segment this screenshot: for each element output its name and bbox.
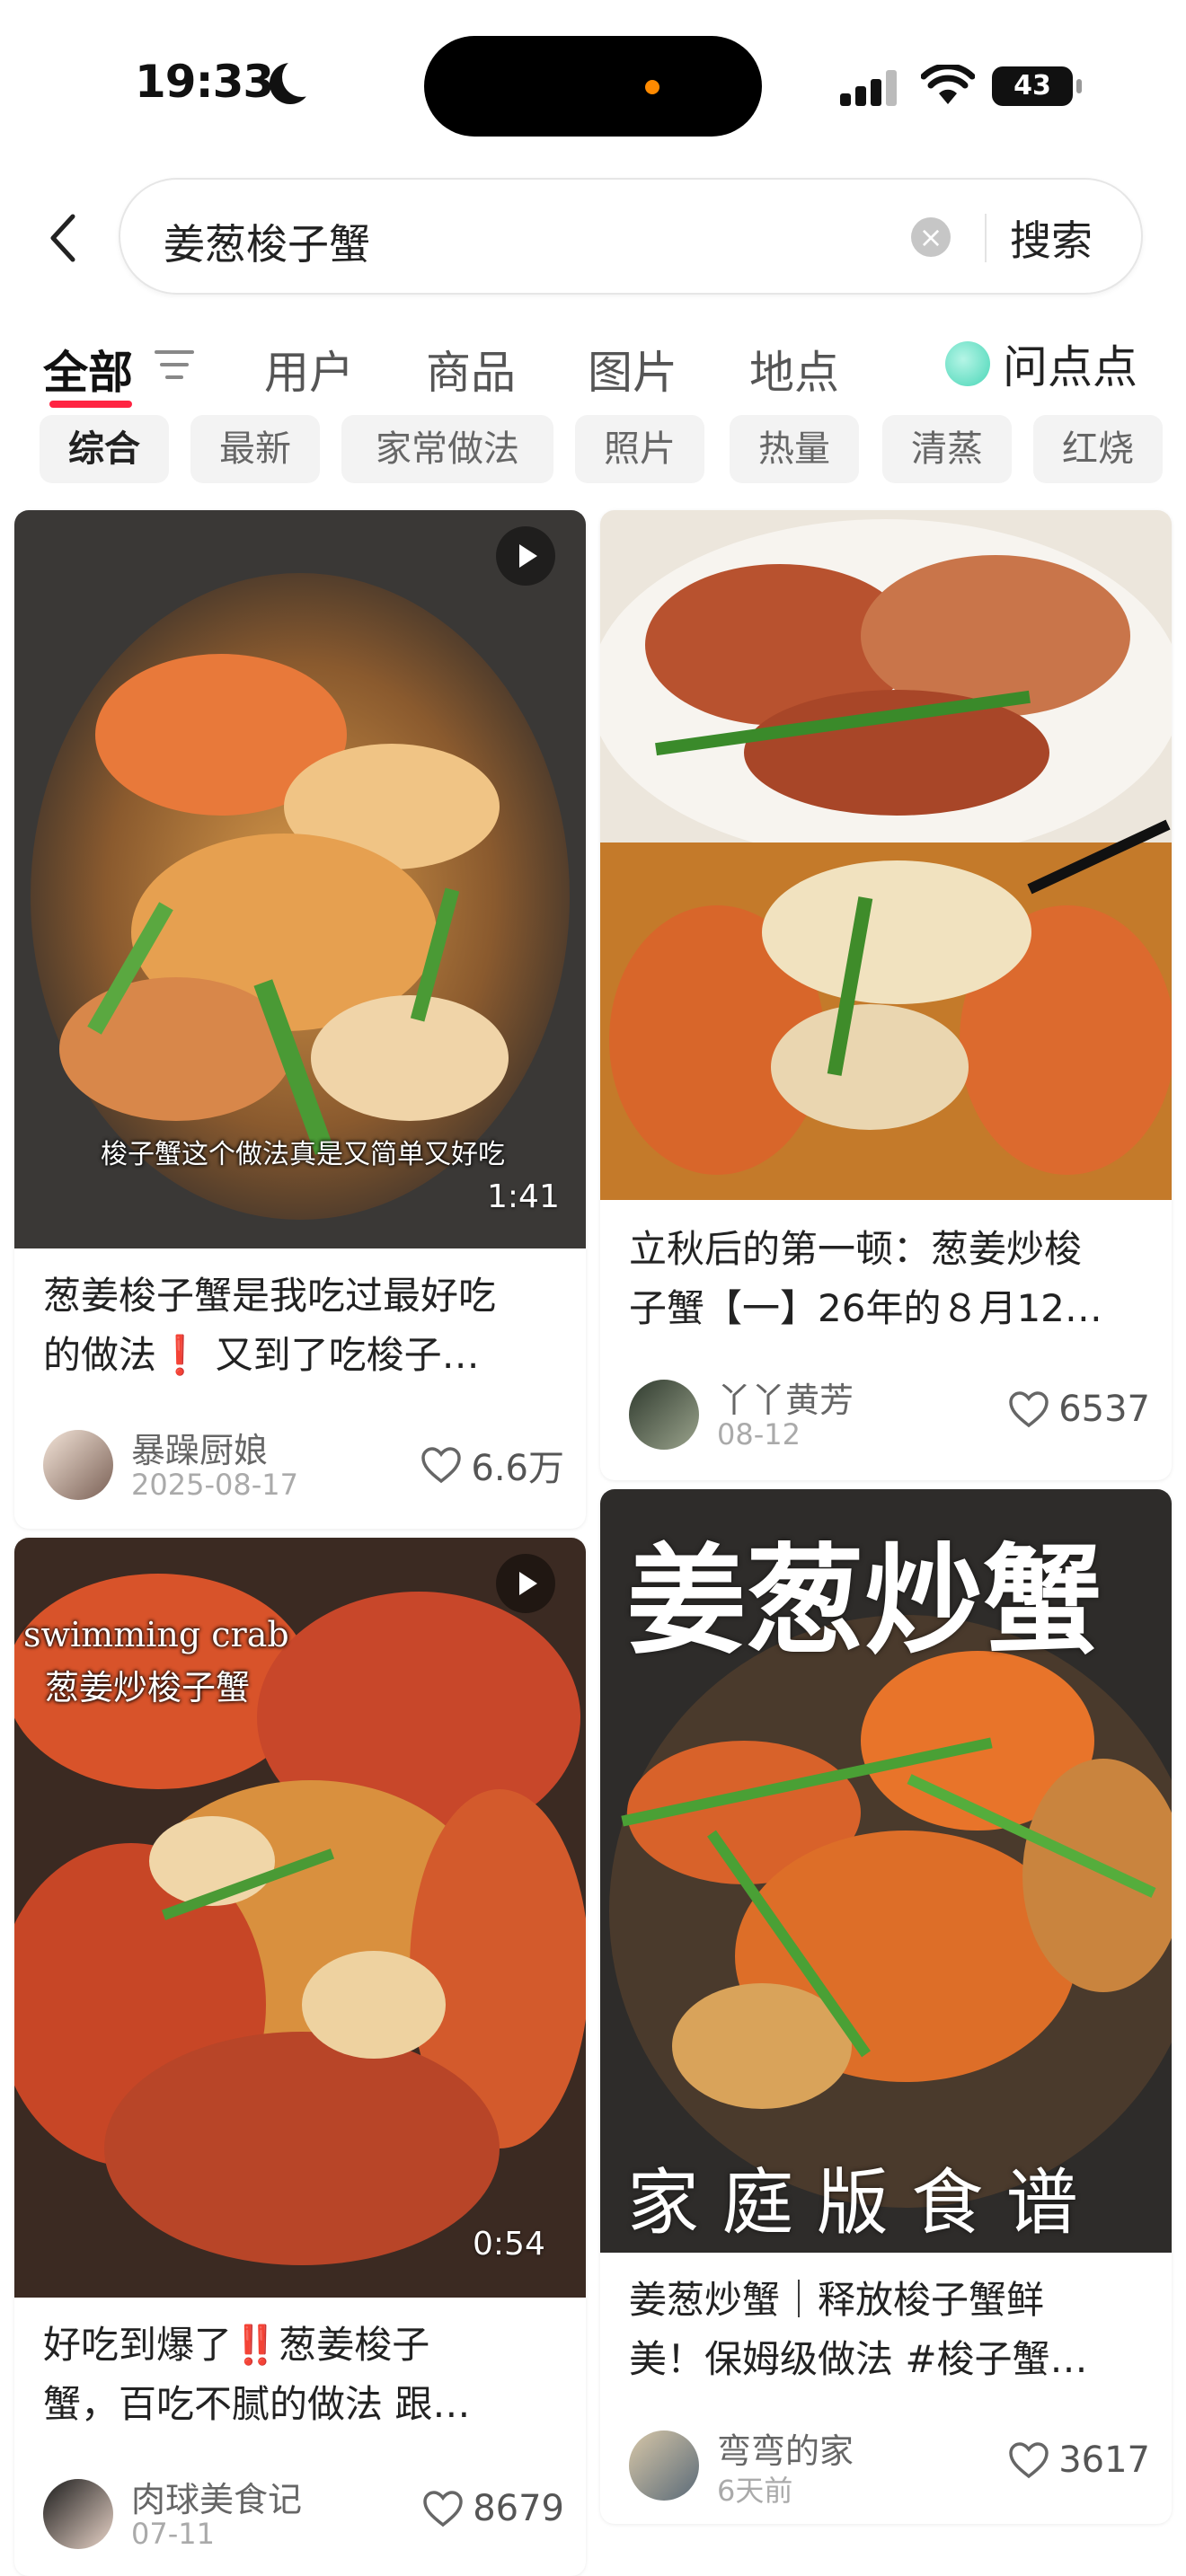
wifi-icon	[921, 65, 975, 104]
cover-caption-en: swimming crab	[23, 1615, 289, 1654]
moon-icon	[270, 57, 322, 104]
search-input[interactable]: 姜葱梭子蟹	[164, 212, 370, 271]
like-button[interactable]: 8679	[422, 2488, 564, 2529]
like-button[interactable]: 6537	[1008, 1389, 1150, 1430]
status-time: 19:33	[135, 56, 274, 108]
like-count: 8679	[473, 2488, 564, 2529]
tab-products[interactable]: 商品	[426, 337, 516, 401]
post-date: 07-11	[131, 2517, 215, 2551]
clear-search-button[interactable]: ×	[911, 217, 951, 257]
note-cover-image	[600, 510, 1172, 1200]
heart-icon	[1009, 1391, 1049, 1428]
chip-latest[interactable]: 最新	[190, 415, 320, 483]
like-count: 6537	[1058, 1389, 1150, 1430]
author-name[interactable]: 肉球美食记	[131, 2472, 302, 2521]
tab-all[interactable]: 全部	[43, 337, 133, 401]
note-meta: 丫丫黄芳 08-12 6537	[629, 1372, 1150, 1453]
note-meta: 肉球美食记 07-11 8679	[43, 2472, 564, 2553]
video-duration: 1:41	[487, 1178, 560, 1215]
tab-places[interactable]: 地点	[749, 337, 839, 401]
ask-label: 问点点	[1003, 341, 1137, 393]
video-play-icon	[496, 1554, 555, 1613]
note-title-line2: 美！保姆级做法 #梭子蟹…	[629, 2337, 1088, 2381]
post-date: 2025-08-17	[131, 1468, 298, 1502]
cover-caption-cn: 葱姜炒梭子蟹	[45, 1668, 251, 1707]
author-name[interactable]: 弯弯的家	[717, 2423, 854, 2473]
note-card[interactable]: 立秋后的第一顿：葱姜炒梭 子蟹【一】26年的８月12… 丫丫黄芳 08-12 6…	[600, 510, 1172, 1480]
ask-diandian-button[interactable]: 问点点	[945, 337, 1137, 393]
note-card[interactable]: swimming crab 葱姜炒梭子蟹 0:54 好吃到爆了‼️葱姜梭子 蟹，…	[14, 1538, 586, 2576]
recording-dot-icon	[645, 80, 659, 94]
like-button[interactable]: 6.6万	[420, 1439, 564, 1491]
chip-steamed[interactable]: 清蒸	[882, 415, 1012, 483]
avatar[interactable]	[629, 1380, 699, 1450]
chip-home-recipe[interactable]: 家常做法	[341, 415, 553, 483]
post-date: 08-12	[717, 1417, 801, 1451]
cover-headline: 姜葱炒蟹	[627, 1532, 1102, 1671]
note-title-line2: 子蟹【一】26年的８月12…	[629, 1286, 1102, 1330]
note-title-line2: 的做法❗ 又到了吃梭子…	[43, 1333, 480, 1377]
avatar[interactable]	[43, 2479, 113, 2549]
post-date: 6天前	[717, 2474, 793, 2508]
heart-icon	[421, 1447, 462, 1484]
note-meta: 暴躁厨娘 2025-08-17 6.6万	[43, 1423, 564, 1504]
chip-calories[interactable]: 热量	[730, 415, 859, 483]
dynamic-island	[424, 36, 762, 137]
note-meta: 弯弯的家 6天前 3617	[629, 2423, 1150, 2508]
like-count: 3617	[1058, 2439, 1150, 2481]
ask-bubble-icon	[945, 341, 990, 386]
search-button[interactable]: 搜索	[1010, 208, 1093, 268]
video-play-icon	[496, 526, 555, 586]
back-button[interactable]	[36, 202, 90, 274]
search-divider	[985, 214, 987, 262]
chevron-left-icon	[50, 214, 75, 262]
like-count: 6.6万	[471, 1448, 564, 1489]
search-box[interactable]: 姜葱梭子蟹 × 搜索	[119, 178, 1143, 295]
note-title-line1: 立秋后的第一顿：葱姜炒梭	[629, 1227, 1083, 1271]
status-bar: 19:33 43	[0, 0, 1186, 171]
note-title-line1: 姜葱炒蟹｜释放梭子蟹鲜	[629, 2278, 1045, 2322]
author-name[interactable]: 暴躁厨娘	[131, 1423, 268, 1472]
like-button[interactable]: 3617	[1008, 2439, 1150, 2481]
avatar[interactable]	[43, 1430, 113, 1500]
avatar[interactable]	[629, 2430, 699, 2501]
video-subtitle: 梭子蟹这个做法真是又简单又好吃	[101, 1139, 505, 1170]
active-tab-indicator	[49, 401, 132, 408]
note-card[interactable]: 梭子蟹这个做法真是又简单又好吃 1:41 葱姜梭子蟹是我吃过最好吃 的做法❗ 又…	[14, 510, 586, 1529]
chip-comprehensive[interactable]: 综合	[40, 415, 169, 483]
chip-photos[interactable]: 照片	[575, 415, 704, 483]
heart-icon	[423, 2491, 463, 2527]
filter-icon[interactable]	[155, 348, 194, 381]
note-title-line1: 葱姜梭子蟹是我吃过最好吃	[43, 1274, 497, 1318]
author-name[interactable]: 丫丫黄芳	[717, 1372, 854, 1422]
note-card[interactable]: 姜葱炒蟹 家 庭 版 食 谱 姜葱炒蟹｜释放梭子蟹鲜 美！保姆级做法 #梭子蟹……	[600, 1489, 1172, 2524]
chip-braised[interactable]: 红烧	[1033, 415, 1163, 483]
cover-footer-text: 家 庭 版 食 谱	[627, 2161, 1078, 2245]
battery-indicator: 43	[992, 66, 1082, 106]
heart-icon	[1009, 2442, 1049, 2479]
video-duration: 0:54	[473, 2226, 545, 2263]
note-title-line1: 好吃到爆了‼️葱姜梭子	[43, 2323, 430, 2367]
tab-images[interactable]: 图片	[588, 337, 677, 401]
note-title-line2: 蟹，百吃不腻的做法 跟…	[43, 2382, 471, 2426]
tab-users[interactable]: 用户	[264, 337, 354, 401]
filter-chips: 综合 最新 家常做法 照片 热量 清蒸 红烧	[40, 415, 1186, 483]
cellular-signal-icon	[840, 70, 899, 106]
